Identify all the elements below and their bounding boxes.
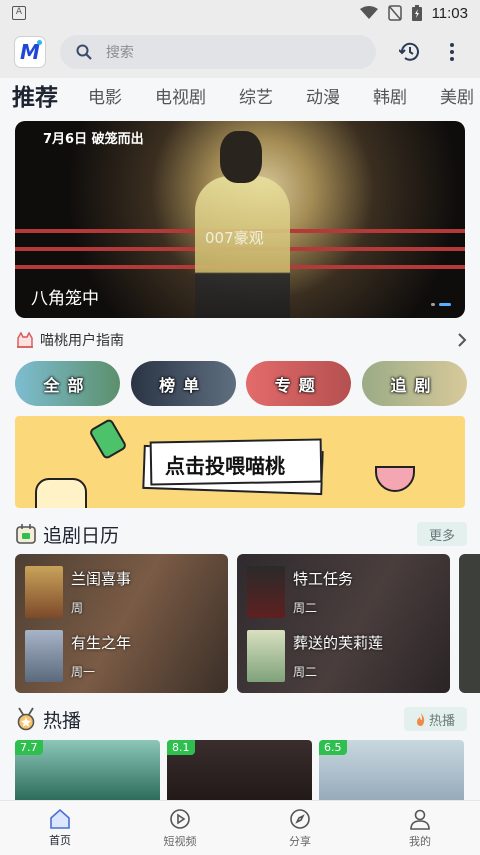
hot-carousel: 7.7 8.1 6.5 bbox=[15, 740, 480, 800]
score-badge: 6.5 bbox=[319, 740, 347, 755]
hot-show-card[interactable]: 6.5 bbox=[319, 740, 464, 800]
home-icon bbox=[50, 808, 70, 829]
score-badge: 8.1 bbox=[167, 740, 195, 755]
nav-home-label: 首页 bbox=[49, 833, 71, 847]
feed-promo-banner[interactable]: 点击投喂喵桃 bbox=[15, 416, 465, 508]
nav-me-label: 我的 bbox=[409, 834, 431, 848]
calendar-icon bbox=[16, 524, 36, 544]
app-logo[interactable]: M bbox=[14, 36, 46, 68]
hot-show-card[interactable]: 8.1 bbox=[167, 740, 312, 800]
status-bar: A 11:03 bbox=[0, 0, 480, 26]
pill-all[interactable]: 全部 bbox=[15, 361, 120, 406]
tab-tv-series[interactable]: 电视剧 bbox=[155, 83, 206, 108]
hero-banner[interactable]: 7月6日 破笼而出 007豪观 八角笼中 bbox=[15, 121, 465, 318]
air-day: 周二 bbox=[293, 665, 318, 679]
calendar-item[interactable]: 葬送的芙莉莲 周二 bbox=[247, 630, 447, 682]
pill-following[interactable]: 追剧 bbox=[361, 361, 467, 406]
air-day: 周二 bbox=[293, 601, 318, 615]
hot-filter-button[interactable]: 热播 bbox=[403, 707, 467, 731]
tab-movies[interactable]: 电影 bbox=[88, 83, 122, 108]
tab-variety[interactable]: 综艺 bbox=[239, 83, 273, 108]
pill-rankings[interactable]: 榜单 bbox=[130, 361, 236, 406]
banner-watermark: 007豪观 bbox=[205, 229, 264, 247]
calendar-item[interactable]: 兰闺喜事 周 bbox=[25, 566, 225, 618]
history-icon bbox=[399, 42, 420, 61]
nav-share-label: 分享 bbox=[289, 834, 311, 848]
show-name: 特工任务 bbox=[293, 570, 354, 588]
more-vertical-icon bbox=[450, 43, 455, 61]
hot-section-header: 热播 热播 bbox=[15, 705, 467, 733]
no-sim-icon bbox=[387, 5, 402, 21]
search-icon bbox=[76, 44, 92, 60]
chevron-right-icon bbox=[458, 333, 467, 347]
calendar-card[interactable]: 特工任务 周二 葬送的芙莉莲 周二 bbox=[237, 554, 450, 693]
flame-icon bbox=[416, 712, 425, 726]
cat-illustration bbox=[35, 478, 87, 508]
banner-figure-head bbox=[220, 131, 262, 183]
user-guide-label: 喵桃用户指南 bbox=[40, 333, 124, 349]
air-day: 周 bbox=[71, 601, 84, 615]
wifi-icon bbox=[359, 6, 378, 19]
carousel-indicator bbox=[431, 303, 451, 306]
calendar-section-title: 追剧日历 bbox=[43, 524, 120, 547]
user-guide-row[interactable]: 喵桃用户指南 bbox=[15, 327, 467, 353]
logo-dot bbox=[36, 40, 42, 45]
history-button[interactable] bbox=[396, 38, 424, 66]
calendar-more-button[interactable]: 更多 bbox=[416, 522, 467, 546]
poster-thumbnail bbox=[247, 566, 285, 618]
search-placeholder: 搜索 bbox=[105, 45, 134, 61]
carousel-dot-active[interactable] bbox=[439, 303, 451, 306]
tab-us-drama[interactable]: 美剧 bbox=[440, 83, 474, 108]
notification-a-icon: A bbox=[12, 6, 26, 20]
nav-short-video[interactable]: 短视频 bbox=[120, 801, 240, 855]
carousel-dot[interactable] bbox=[431, 303, 435, 306]
medal-icon bbox=[17, 707, 35, 731]
hot-filter-label: 热播 bbox=[428, 713, 455, 729]
bottom-navigation: 首页 短视频 分享 我的 bbox=[0, 800, 480, 855]
calendar-card[interactable]: 兰闺喜事 周 有生之年 周一 bbox=[15, 554, 228, 693]
air-day: 周一 bbox=[71, 665, 96, 679]
tab-anime[interactable]: 动漫 bbox=[306, 83, 340, 108]
pill-topics[interactable]: 专题 bbox=[246, 361, 352, 406]
nav-me[interactable]: 我的 bbox=[360, 801, 480, 855]
clock: 11:03 bbox=[431, 4, 468, 22]
banner-date-line: 7月6日 破笼而出 bbox=[43, 132, 144, 147]
score-badge: 7.7 bbox=[15, 740, 43, 755]
nav-short-video-label: 短视频 bbox=[163, 834, 197, 848]
tab-korean-drama[interactable]: 韩剧 bbox=[373, 83, 407, 108]
show-name: 葬送的芙莉莲 bbox=[293, 634, 384, 652]
show-name: 兰闺喜事 bbox=[71, 570, 132, 588]
calendar-item[interactable]: 特工任务 周二 bbox=[247, 566, 447, 618]
nav-home[interactable]: 首页 bbox=[0, 801, 120, 855]
hot-show-card[interactable]: 7.7 bbox=[15, 740, 160, 800]
poster-thumbnail bbox=[25, 566, 63, 618]
poster-thumbnail bbox=[25, 630, 63, 682]
more-options-button[interactable] bbox=[438, 38, 466, 66]
top-bar: M 搜索 bbox=[0, 26, 480, 78]
play-circle-icon bbox=[170, 808, 190, 829]
calendar-card-partial[interactable] bbox=[459, 554, 480, 693]
banner-title: 八角笼中 bbox=[31, 289, 99, 309]
category-tabs: 推荐 电影 电视剧 综艺 动漫 韩剧 美剧 bbox=[0, 78, 480, 112]
promo-text: 点击投喂喵桃 bbox=[165, 454, 285, 478]
compass-icon bbox=[290, 808, 310, 829]
battery-charging-icon bbox=[411, 5, 422, 21]
user-icon bbox=[410, 809, 430, 830]
nav-share[interactable]: 分享 bbox=[240, 801, 360, 855]
bowl-illustration bbox=[375, 466, 415, 492]
tab-recommend[interactable]: 推荐 bbox=[12, 78, 58, 112]
search-input[interactable]: 搜索 bbox=[59, 35, 377, 69]
category-pills: 全部 榜单 专题 追剧 bbox=[15, 361, 467, 407]
calendar-item[interactable]: 有生之年 周一 bbox=[25, 630, 225, 682]
calendar-carousel: 兰闺喜事 周 有生之年 周一 特工任务 周二 葬送的芙莉莲 周二 bbox=[15, 554, 480, 693]
hot-section-title: 热播 bbox=[43, 709, 82, 732]
battery-illustration bbox=[88, 417, 128, 461]
show-name: 有生之年 bbox=[71, 634, 132, 652]
cat-bell-icon bbox=[17, 331, 33, 348]
calendar-section-header: 追剧日历 更多 bbox=[15, 520, 467, 548]
poster-thumbnail bbox=[247, 630, 285, 682]
